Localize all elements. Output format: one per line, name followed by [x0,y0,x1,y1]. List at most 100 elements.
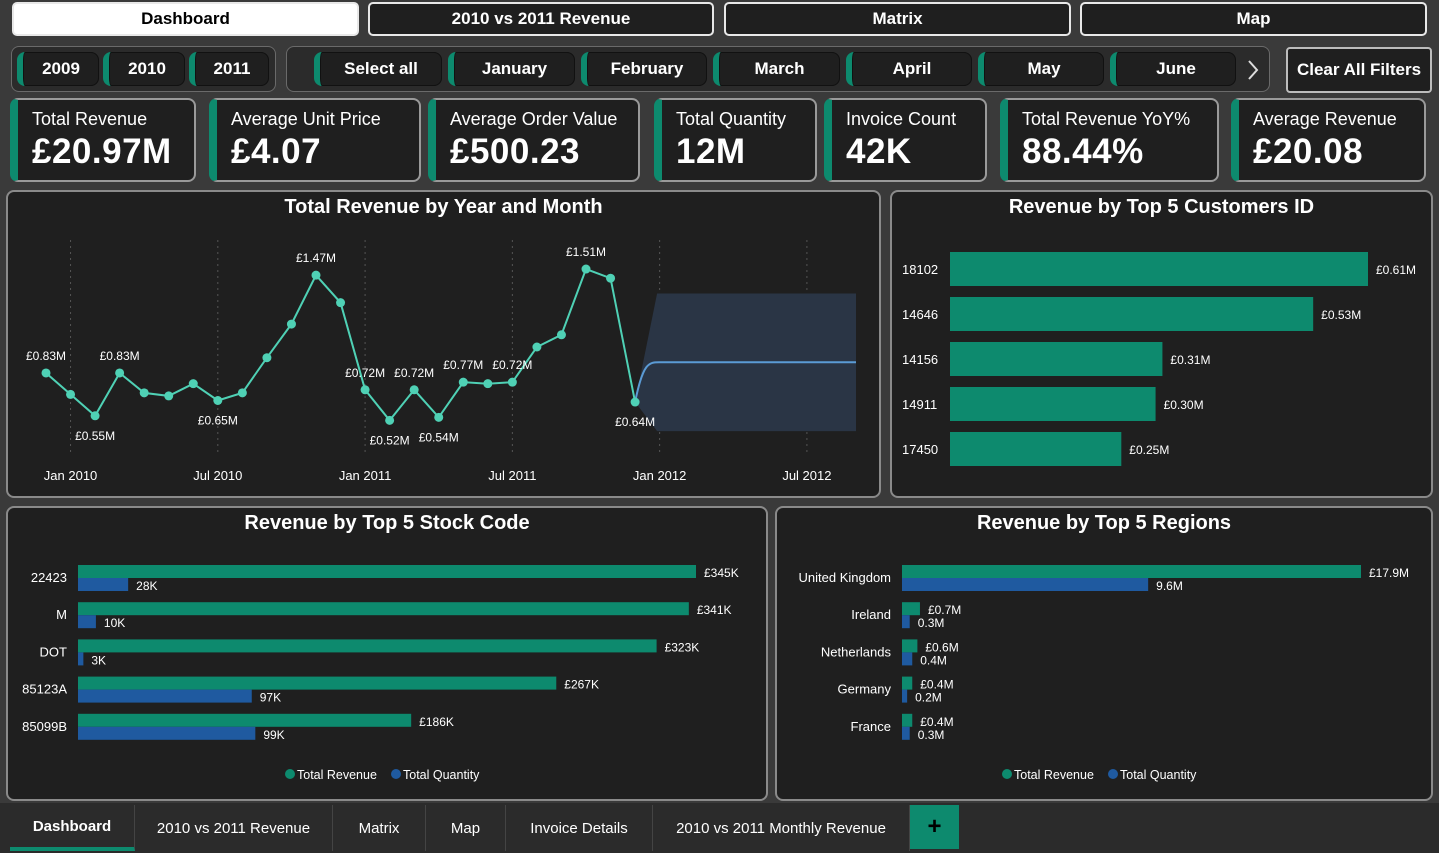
chart-title: Revenue by Top 5 Stock Code [244,512,530,534]
data-label: £0.30M [1164,398,1204,412]
kpi-title: Invoice Count [846,109,957,129]
bar [902,676,913,690]
category-label: France [851,719,891,734]
nav-map-button[interactable]: Map [1080,2,1427,36]
bar [78,676,557,690]
tab-map[interactable]: Map [426,805,506,851]
legend-marker [1002,769,1012,779]
year-chip-2009[interactable]: 2009 [17,52,99,86]
bar [902,615,910,629]
legend-marker [1108,769,1118,779]
bar [78,726,256,740]
year-chip-2010[interactable]: 2010 [103,52,185,86]
kpi-invoice-count: Invoice Count 42K [824,98,987,182]
x-tick-label: Jan 2011 [339,468,392,483]
legend-label: Total Quantity [1120,768,1197,782]
bar [902,602,920,616]
data-point [262,353,272,363]
kpi-total-revenue-yoy: Total Revenue YoY% 88.44% [1000,98,1219,182]
tab-invoice-details[interactable]: Invoice Details [506,805,653,851]
kpi-average-unit-price: Average Unit Price £4.07 [209,98,421,182]
add-page-button[interactable]: + [910,805,959,849]
month-chip-june[interactable]: June [1110,52,1236,86]
chevron-right-icon[interactable] [1242,53,1264,87]
data-label: £0.83M [100,349,140,363]
x-tick-label: Jul 2012 [782,468,831,483]
data-label: 10K [104,616,125,630]
data-label: £345K [704,566,739,580]
data-label: £341K [697,603,732,617]
data-label: £0.72M [394,366,434,380]
kpi-value: £4.07 [231,132,322,171]
x-tick-label: Jul 2010 [193,468,242,483]
data-label: 28K [136,579,157,593]
data-label: 3K [91,653,106,667]
data-point [385,415,395,425]
month-chip-april[interactable]: April [846,52,972,86]
category-label: M [56,607,67,622]
bar [950,252,1368,286]
category-label: 18102 [902,262,938,277]
month-chip-select-all[interactable]: Select all [314,52,442,86]
data-point [139,388,149,398]
bar [78,578,129,591]
nav-dashboard-button[interactable]: Dashboard [12,2,359,36]
data-point [115,368,125,378]
chart-title: Total Revenue by Year and Month [284,196,603,218]
data-point [360,385,370,395]
tab-matrix[interactable]: Matrix [333,805,426,851]
data-label: £323K [665,640,700,654]
data-label: £0.64M [615,415,655,429]
legend-label: Total Revenue [1014,768,1094,782]
category-label: United Kingdom [799,570,892,585]
data-point [409,385,419,395]
category-label: 85123A [22,682,67,697]
nav-matrix-button[interactable]: Matrix [724,2,1071,36]
data-point [507,377,517,387]
data-point [286,319,296,329]
data-label: £0.4M [920,678,953,692]
month-chip-february[interactable]: February [581,52,707,86]
data-label: 0.2M [915,691,942,705]
nav-revenue-compare-button[interactable]: 2010 vs 2011 Revenue [368,2,714,36]
year-slicer: 2009 2010 2011 [11,46,276,92]
kpi-average-revenue: Average Revenue £20.08 [1231,98,1426,182]
legend-marker [285,769,295,779]
bar [950,387,1156,421]
data-point [556,330,566,340]
data-point [237,388,247,398]
month-chip-may[interactable]: May [978,52,1104,86]
data-label: £186K [419,715,454,729]
top-regions-panel: Revenue by Top 5 Regions United Kingdom £… [775,506,1433,801]
data-point [532,342,542,352]
tab-dashboard[interactable]: Dashboard [10,805,135,851]
kpi-title: Total Quantity [676,109,787,129]
page-tab-bar: Dashboard 2010 vs 2011 Revenue Matrix Ma… [0,803,1439,853]
data-label: £1.51M [566,245,606,259]
month-chip-january[interactable]: January [448,52,575,86]
bar [78,639,657,653]
data-label: £0.77M [443,358,483,372]
top-customers-panel: Revenue by Top 5 Customers ID 18102 £0.61… [890,190,1433,498]
data-point [188,379,198,389]
legend-label: Total Quantity [403,768,480,782]
legend-marker [391,769,401,779]
kpi-value: 88.44% [1022,132,1144,171]
bar [78,689,252,703]
data-point [41,368,51,378]
x-tick-label: Jul 2011 [488,468,536,483]
kpi-value: 12M [676,132,746,171]
data-point [336,298,346,308]
tab-monthly-revenue[interactable]: 2010 vs 2011 Monthly Revenue [653,805,910,851]
month-chip-march[interactable]: March [713,52,840,86]
data-label: £0.6M [925,640,958,654]
bar [950,432,1122,466]
kpi-title: Average Revenue [1253,109,1397,129]
data-label: £0.7M [928,603,961,617]
tab-2010-vs-2011-revenue[interactable]: 2010 vs 2011 Revenue [135,805,333,851]
top-customers-bar-chart: 18102 £0.61M 14646 £0.53M 14156 £0.31M 14911 £0… [902,252,1416,466]
year-chip-2011[interactable]: 2011 [189,52,269,86]
revenue-line [45,267,637,422]
clear-all-filters-button[interactable]: Clear All Filters [1286,47,1432,93]
bar [950,297,1314,331]
